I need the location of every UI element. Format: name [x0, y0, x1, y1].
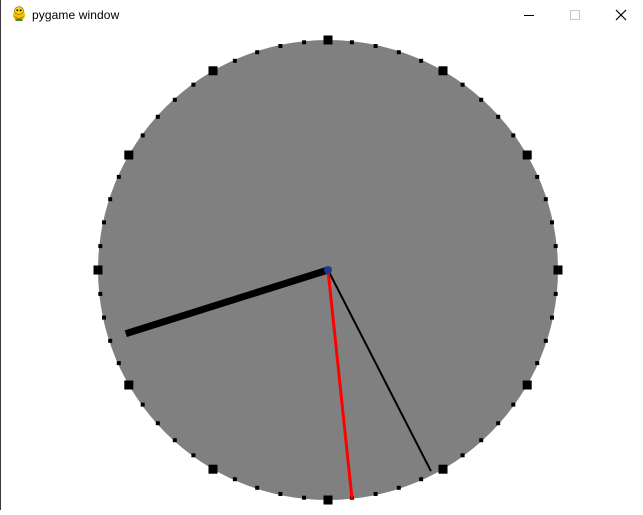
- minute-marker: [116, 361, 121, 366]
- minute-marker: [108, 197, 113, 202]
- minute-marker: [108, 338, 113, 343]
- minute-marker: [511, 133, 516, 138]
- close-icon: [615, 9, 627, 21]
- minute-marker: [232, 58, 237, 63]
- minute-marker: [255, 50, 260, 55]
- game-canvas[interactable]: [1, 30, 643, 510]
- hour-marker: [323, 495, 333, 505]
- close-button[interactable]: [598, 0, 643, 30]
- maximize-icon: [570, 10, 580, 20]
- minute-marker: [553, 291, 558, 296]
- minute-marker: [373, 44, 378, 48]
- minute-marker: [553, 244, 558, 249]
- analog-clock: [93, 35, 563, 505]
- minute-marker: [172, 97, 177, 102]
- minute-marker: [191, 453, 196, 458]
- minute-marker: [396, 485, 401, 490]
- minute-marker: [496, 421, 501, 426]
- hour-marker: [522, 150, 532, 160]
- minute-marker: [460, 453, 465, 458]
- minute-marker: [102, 220, 106, 225]
- minute-marker: [116, 174, 121, 179]
- hour-marker: [208, 66, 218, 76]
- hour-marker: [553, 265, 563, 275]
- maximize-button[interactable]: [552, 0, 598, 30]
- minimize-button[interactable]: [506, 0, 552, 30]
- minute-marker: [373, 492, 378, 496]
- minute-marker: [550, 220, 554, 225]
- minute-marker: [349, 40, 354, 45]
- minute-marker: [496, 114, 501, 119]
- minute-marker: [102, 315, 106, 320]
- window-title: pygame window: [32, 8, 120, 22]
- minute-marker: [460, 82, 465, 87]
- minute-marker: [191, 82, 196, 87]
- minute-marker: [98, 291, 103, 296]
- minute-marker: [255, 485, 260, 490]
- minute-marker: [511, 402, 516, 407]
- minute-marker: [232, 477, 237, 482]
- minute-marker: [140, 133, 145, 138]
- hour-marker: [522, 380, 532, 390]
- hour-marker: [124, 380, 134, 390]
- pygame-window: pygame window: [0, 0, 643, 510]
- minute-marker: [278, 492, 283, 496]
- minute-marker: [535, 174, 540, 179]
- minute-marker: [543, 338, 548, 343]
- minute-marker: [479, 97, 484, 102]
- minute-marker: [155, 114, 160, 119]
- minute-marker: [155, 421, 160, 426]
- minimize-icon: [524, 15, 534, 16]
- minute-marker: [396, 50, 401, 55]
- minute-marker: [278, 44, 283, 48]
- hour-marker: [438, 66, 448, 76]
- minute-marker: [479, 438, 484, 443]
- hour-marker: [124, 150, 134, 160]
- minute-marker: [172, 438, 177, 443]
- hour-marker: [93, 265, 103, 275]
- minute-marker: [140, 402, 145, 407]
- minute-marker: [98, 244, 103, 249]
- minute-marker: [535, 361, 540, 366]
- hour-marker: [208, 464, 218, 474]
- hour-marker: [438, 464, 448, 474]
- minute-marker: [543, 197, 548, 202]
- minute-marker: [419, 477, 424, 482]
- hour-marker: [323, 35, 333, 45]
- pygame-snake-icon: [13, 6, 25, 21]
- minute-marker: [419, 58, 424, 63]
- clock-center-dot: [324, 266, 332, 274]
- title-bar[interactable]: pygame window: [1, 0, 643, 30]
- minute-marker: [302, 40, 307, 45]
- minute-marker: [550, 315, 554, 320]
- minute-marker: [302, 495, 307, 500]
